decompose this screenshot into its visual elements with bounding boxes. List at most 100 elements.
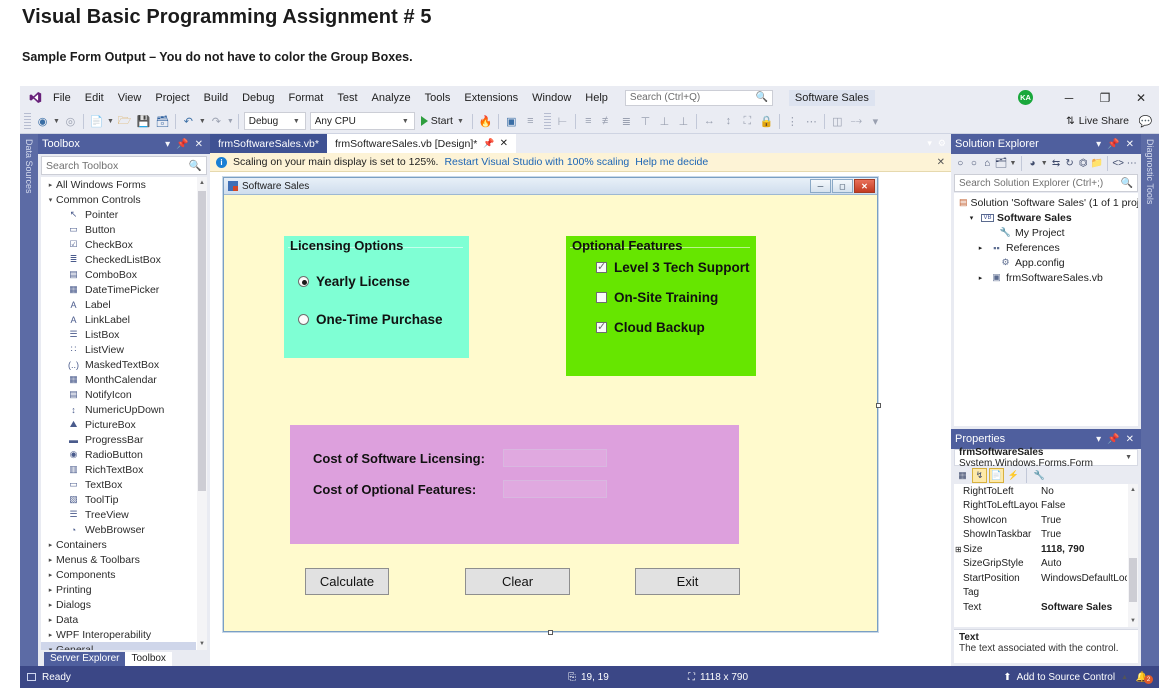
toolbox-item-label[interactable]: A Label <box>41 297 196 312</box>
back-icon[interactable]: ○ <box>954 156 967 171</box>
toolbox-item-maskedtextbox[interactable]: (..) MaskedTextBox <box>41 357 196 372</box>
menu-item-tools[interactable]: Tools <box>418 89 458 107</box>
toolbox-item-monthcalendar[interactable]: ▦ MonthCalendar <box>41 372 196 387</box>
categorized-view-icon[interactable]: ▦ <box>955 468 970 483</box>
toolbox-item-datetimepicker[interactable]: ▦ DateTimePicker <box>41 282 196 297</box>
property-row[interactable]: RightToLeft No <box>954 484 1127 499</box>
menu-item-help[interactable]: Help <box>578 89 615 107</box>
restart-scaling-link[interactable]: Restart Visual Studio with 100% scaling <box>444 156 629 168</box>
select-tool-icon[interactable]: ▣ <box>502 112 521 131</box>
alphabetical-view-icon[interactable]: ↯ <box>972 467 987 483</box>
toolbar-grip[interactable] <box>24 113 31 129</box>
toolbox-group-wpf-interoperability[interactable]: ▸ WPF Interoperability <box>41 627 196 642</box>
toolbox-item-button[interactable]: ▭ Button <box>41 222 196 237</box>
groupbox-licensing-options[interactable]: Licensing Options Yearly License One-Tim… <box>284 236 469 358</box>
menu-item-project[interactable]: Project <box>148 89 196 107</box>
resize-handle-right[interactable] <box>876 403 881 408</box>
property-value[interactable]: True <box>1038 529 1127 540</box>
toolbox-list[interactable]: ▸ All Windows Forms ▾ Common Controls ↖ Point… <box>41 177 207 650</box>
collapse-all-icon[interactable]: ⏣ <box>1077 156 1090 171</box>
solution-explorer-tree[interactable]: ▤Solution 'Software Sales' (1 of 1 proje… <box>954 193 1138 426</box>
close-icon[interactable]: ✕ <box>937 157 945 168</box>
property-row[interactable]: ⊞ Size 1118, 790 <box>954 542 1127 557</box>
cost-licensing-textbox[interactable] <box>503 449 607 467</box>
solution-explorer-node[interactable]: ⚙ App.config <box>954 255 1138 270</box>
property-value[interactable]: Auto <box>1038 558 1127 569</box>
property-row[interactable]: ShowInTaskbar True <box>954 528 1127 543</box>
chevron-right-icon[interactable]: ▸ <box>974 274 987 282</box>
toolbox-item-textbox[interactable]: ▭ TextBox <box>41 477 196 492</box>
chevron-down-icon[interactable]: ▼ <box>1009 160 1016 167</box>
navigate-backward-icon[interactable]: ◉ <box>33 112 52 131</box>
avatar[interactable]: KA <box>1018 90 1033 105</box>
gear-icon[interactable]: ⚙ <box>938 138 946 149</box>
close-icon[interactable]: ✕ <box>192 139 206 150</box>
toolbox-group-containers[interactable]: ▸ Containers <box>41 537 196 552</box>
property-row[interactable]: Tag <box>954 586 1127 601</box>
toolbox-item-progressbar[interactable]: ▬ ProgressBar <box>41 432 196 447</box>
toolbox-group-general[interactable]: ▾ General <box>41 642 196 650</box>
status-source-control[interactable]: ⬆ Add to Source Control ▲ <box>1003 672 1129 683</box>
chevron-down-icon[interactable]: ▼ <box>107 118 114 125</box>
editor-tab-design[interactable]: frmSoftwareSales.vb [Design]* 📌 ✕ <box>326 134 516 153</box>
chevron-down-icon[interactable]: ▾ <box>1093 139 1104 150</box>
chevron-down-icon[interactable]: ▾ <box>927 138 932 149</box>
chevron-down-icon[interactable]: ▼ <box>1041 160 1048 167</box>
save-icon[interactable]: 💾 <box>134 112 153 131</box>
scroll-down-icon[interactable]: ▼ <box>197 638 207 650</box>
home-icon[interactable]: ⌂ <box>981 156 994 171</box>
menu-item-build[interactable]: Build <box>197 89 235 107</box>
maximize-button[interactable]: ❐ <box>1087 86 1123 109</box>
close-icon[interactable]: ✕ <box>1123 434 1137 445</box>
sync-with-active-document-icon[interactable]: ⇆ <box>1050 156 1063 171</box>
status-notifications[interactable]: 🔔 2 <box>1136 670 1153 684</box>
close-icon[interactable]: ✕ <box>1123 139 1137 150</box>
scroll-down-icon[interactable]: ▼ <box>1128 615 1138 627</box>
menu-item-test[interactable]: Test <box>330 89 364 107</box>
toolbox-item-picturebox[interactable]: ⛰ PictureBox <box>41 417 196 432</box>
exit-button[interactable]: Exit <box>635 568 740 595</box>
property-value[interactable]: Software Sales <box>1038 602 1127 613</box>
pin-icon[interactable]: 📌 <box>1104 434 1122 445</box>
toolbox-group-data[interactable]: ▸ Data <box>41 612 196 627</box>
property-value[interactable]: WindowsDefaultLocation <box>1038 573 1127 584</box>
property-value[interactable]: No <box>1038 486 1127 497</box>
toolbar-grip[interactable] <box>543 113 551 129</box>
diagnostic-tools-strip[interactable]: Diagnostic Tools <box>1141 134 1159 666</box>
show-all-files-icon[interactable]: 📁 <box>1090 156 1103 171</box>
toolbox-item-listview[interactable]: ∷ ListView <box>41 342 196 357</box>
toolbox-item-combobox[interactable]: ▤ ComboBox <box>41 267 196 282</box>
scrollbar-thumb[interactable] <box>198 191 206 491</box>
feedback-icon[interactable]: 💬 <box>1136 112 1155 131</box>
form-close-button[interactable]: ✕ <box>854 179 875 193</box>
forward-icon[interactable]: ○ <box>968 156 981 171</box>
toolbox-item-radiobutton[interactable]: ◉ RadioButton <box>41 447 196 462</box>
editor-tab-code[interactable]: frmSoftwareSales.vb* <box>210 134 327 153</box>
menu-item-analyze[interactable]: Analyze <box>365 89 418 107</box>
toolbox-item-tooltip[interactable]: ▧ ToolTip <box>41 492 196 507</box>
toolbox-item-treeview[interactable]: ☰ TreeView <box>41 507 196 522</box>
chevron-down-icon[interactable]: ▼ <box>199 118 206 125</box>
events-view-icon[interactable]: ⚡ <box>1006 468 1021 483</box>
toolbox-item-richtextbox[interactable]: ▥ RichTextBox <box>41 462 196 477</box>
undo-icon[interactable]: ↶ <box>179 112 198 131</box>
solution-explorer-node[interactable]: ▸ ▪▪ References <box>954 240 1138 255</box>
checkbox-on-site-training[interactable]: On-Site Training <box>596 290 718 305</box>
properties-object-select[interactable]: frmSoftwareSales System.Windows.Forms.Fo… <box>954 447 1138 469</box>
property-pages-icon[interactable]: 🔧 <box>1032 468 1047 483</box>
close-button[interactable]: ✕ <box>1123 86 1159 109</box>
toolbox-item-listbox[interactable]: ☰ ListBox <box>41 327 196 342</box>
solution-platform-select[interactable]: Any CPU ▼ <box>309 112 415 130</box>
tab-server-explorer[interactable]: Server Explorer <box>44 652 126 666</box>
toolbox-group-all-windows-forms[interactable]: ▸ All Windows Forms <box>41 177 196 192</box>
menu-item-extensions[interactable]: Extensions <box>457 89 525 107</box>
form-minimize-button[interactable]: ─ <box>810 179 831 193</box>
close-icon[interactable]: ✕ <box>500 138 508 149</box>
toolbox-group-common-controls[interactable]: ▾ Common Controls <box>41 192 196 207</box>
solution-explorer-node[interactable]: ▾ VB Software Sales <box>954 210 1138 225</box>
menu-item-view[interactable]: View <box>111 89 149 107</box>
resize-handle-bottom[interactable] <box>548 630 553 635</box>
toolbox-item-numericupdown[interactable]: ↕ NumericUpDown <box>41 402 196 417</box>
radio-one-time-purchase[interactable]: One-Time Purchase <box>298 312 443 327</box>
toolbox-item-webbrowser[interactable]: ◔ WebBrowser <box>41 522 196 537</box>
